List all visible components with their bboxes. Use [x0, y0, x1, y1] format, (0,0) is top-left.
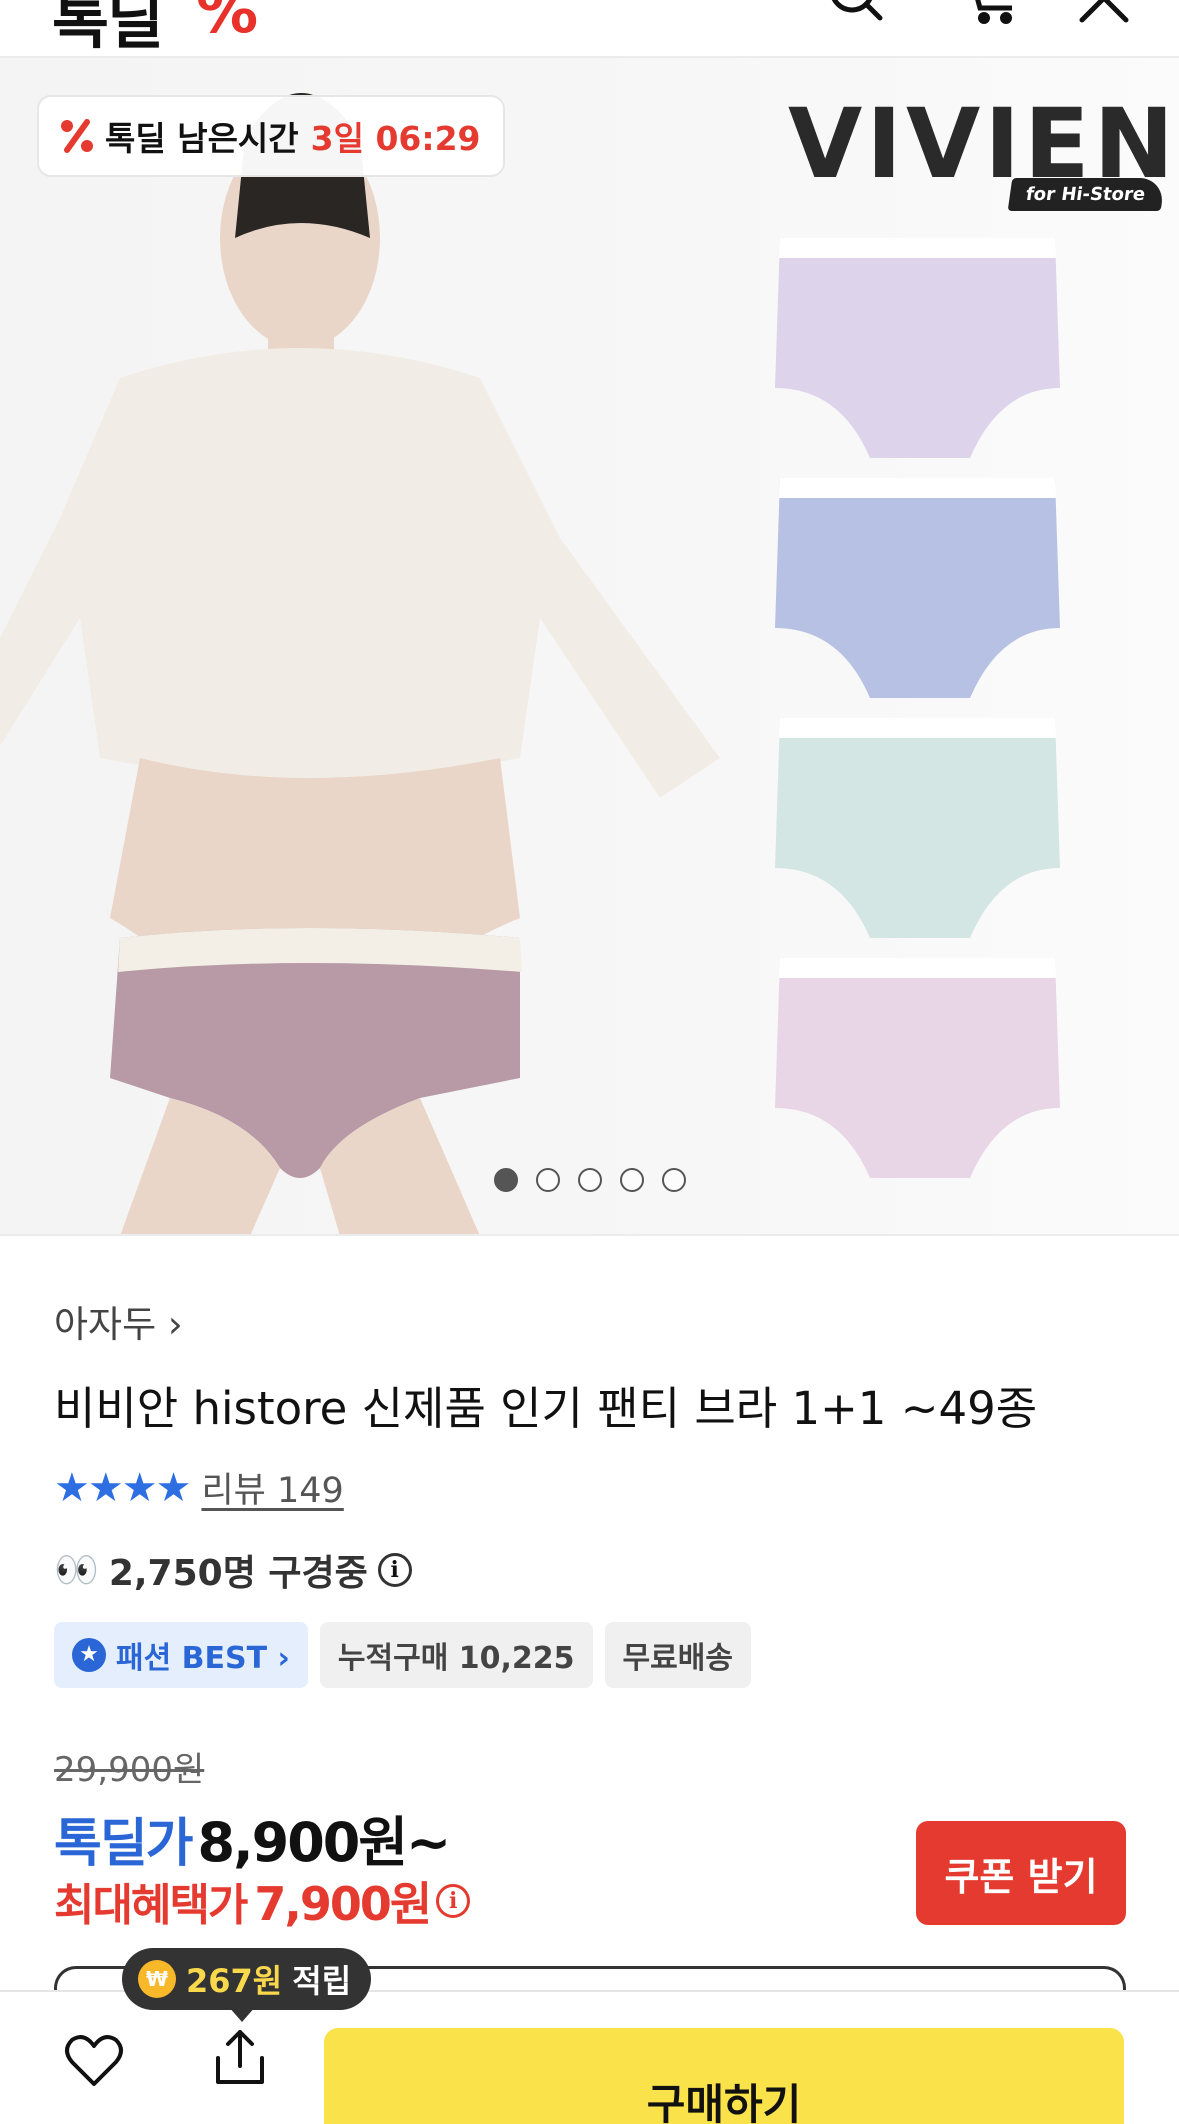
- carousel-dot[interactable]: [494, 1168, 518, 1192]
- badge-row: ★ 패션 BEST › 누적구매 10,225 무료배송: [54, 1622, 751, 1688]
- timer-value: 3일 06:29: [310, 119, 481, 158]
- product-photo: [0, 93, 1060, 1234]
- share-icon[interactable]: [212, 2028, 268, 2088]
- eyes-icon: 👀: [54, 1550, 99, 1591]
- price-row: 톡딜가 8,900원~: [54, 1798, 452, 1877]
- fashion-best-badge[interactable]: ★ 패션 BEST ›: [54, 1622, 308, 1688]
- cart-icon[interactable]: [962, 0, 1024, 28]
- coin-icon: ₩: [138, 1960, 176, 1998]
- rating-row: ★★★★ 리뷰 149: [54, 1462, 344, 1513]
- close-icon[interactable]: [1076, 0, 1138, 28]
- max-benefit-row: 최대혜택가 7,900원 i: [54, 1868, 471, 1934]
- bottom-action-bar: 구매하기: [0, 1990, 1179, 2124]
- review-link[interactable]: 리뷰 149: [201, 1462, 343, 1513]
- free-shipping-label: 무료배송: [622, 1641, 733, 1676]
- viewer-count: 2,750명 구경중: [108, 1553, 368, 1594]
- points-label: 적립: [292, 1962, 352, 2000]
- free-shipping-badge: 무료배송: [604, 1622, 751, 1688]
- top-header: 톡딜 %: [0, 0, 1179, 58]
- original-price: 29,900원: [54, 1750, 205, 1790]
- logo-text: 톡딜: [52, 0, 164, 57]
- info-icon[interactable]: i: [436, 1884, 471, 1918]
- viewers-row: 👀 2,750명 구경중 i: [54, 1544, 412, 1596]
- carousel-dot[interactable]: [620, 1168, 644, 1192]
- badge-star-icon: ★: [72, 1638, 106, 1672]
- points-tooltip: ₩ 267원 적립: [122, 1948, 372, 2010]
- max-benefit-label: 최대혜택가: [54, 1880, 248, 1931]
- buy-button[interactable]: 구매하기: [324, 2028, 1124, 2124]
- info-icon[interactable]: i: [377, 1553, 412, 1587]
- deal-price-label: 톡딜가: [54, 1814, 194, 1874]
- star-rating: ★★★★: [54, 1464, 191, 1511]
- heart-icon[interactable]: [64, 2034, 124, 2088]
- deal-timer: 톡딜 남은시간 3일 06:29: [37, 95, 505, 177]
- fashion-best-label: 패션 BEST ›: [116, 1641, 290, 1676]
- buy-label: 구매하기: [646, 2079, 802, 2124]
- deal-percent-icon: [61, 119, 93, 153]
- logo-mark: %: [196, 0, 259, 47]
- points-value: 267원: [186, 1962, 283, 2000]
- carousel-dot[interactable]: [536, 1168, 560, 1192]
- carousel-dots: [494, 1168, 686, 1192]
- seller-link[interactable]: 아자두 ›: [54, 1294, 183, 1348]
- coupon-button[interactable]: 쿠폰 받기: [916, 1821, 1126, 1925]
- timer-label: 톡딜 남은시간: [105, 119, 299, 158]
- product-title: 비비안 histore 신제품 인기 팬티 브라 1+1 ~49종: [54, 1382, 1038, 1435]
- purchase-count-badge: 누적구매 10,225: [319, 1622, 593, 1688]
- brand-sub: for Hi-Store: [1007, 178, 1166, 211]
- product-image-carousel[interactable]: 톡딜 남은시간 3일 06:29 VIVIEN for Hi-Store: [0, 58, 1179, 1236]
- deal-price: 8,900원~: [197, 1811, 452, 1874]
- carousel-dot[interactable]: [662, 1168, 686, 1192]
- carousel-dot[interactable]: [578, 1168, 602, 1192]
- max-benefit-price: 7,900원: [254, 1877, 432, 1931]
- search-icon[interactable]: [826, 0, 888, 28]
- purchase-count-label: 누적구매 10,225: [337, 1641, 575, 1676]
- points-tooltip-tail: [228, 2006, 256, 2022]
